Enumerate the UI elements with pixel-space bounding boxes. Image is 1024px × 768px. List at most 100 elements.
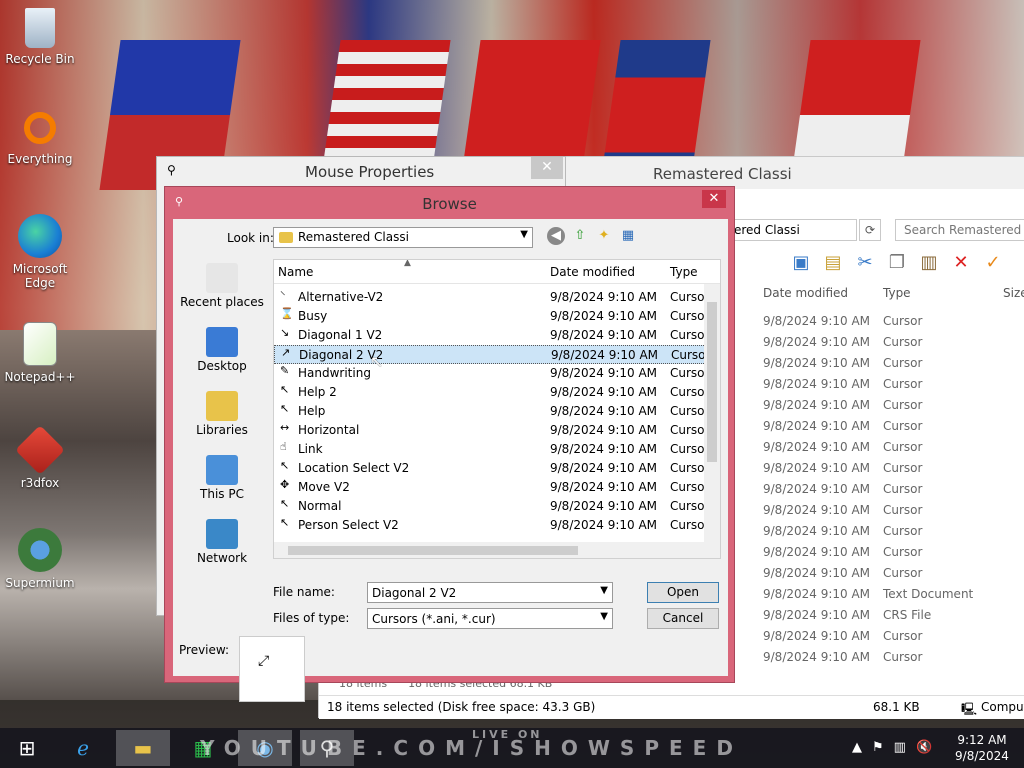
chevron-down-icon[interactable]: ▼ — [600, 585, 608, 596]
file-row[interactable]: 9/8/2024 9:10 AM Cursor — [763, 500, 1024, 521]
file-list[interactable]: Name ▲ Date modified Type ⸌ Alternative-V… — [273, 259, 721, 559]
close-button[interactable]: ✕ — [702, 190, 726, 208]
copy-icon[interactable]: ❐ — [885, 251, 909, 275]
file-row[interactable]: ↖ Normal 9/8/2024 9:10 AM Cursor — [274, 497, 709, 516]
properties-icon[interactable]: ▤ — [821, 251, 845, 275]
file-row[interactable]: ↔ Horizontal 9/8/2024 9:10 AM Cursor — [274, 421, 709, 440]
file-row[interactable]: 9/8/2024 9:10 AM Cursor — [763, 395, 1024, 416]
file-date: 9/8/2024 9:10 AM — [763, 440, 871, 454]
file-date: 9/8/2024 9:10 AM — [763, 314, 871, 328]
file-date: 9/8/2024 9:10 AM — [763, 503, 871, 517]
start-button[interactable]: ⊞ — [0, 730, 54, 766]
column-type[interactable]: Type — [883, 286, 911, 300]
file-row[interactable]: ↖ Person Select V2 9/8/2024 9:10 AM Cursor — [274, 516, 709, 535]
explorer-search-input[interactable]: Search Remastered Cla — [895, 219, 1024, 241]
file-row[interactable]: 9/8/2024 9:10 AM Cursor — [763, 563, 1024, 584]
file-row[interactable]: 9/8/2024 9:10 AM Cursor — [763, 416, 1024, 437]
file-row[interactable]: ✎ Handwriting 9/8/2024 9:10 AM Cursor — [274, 364, 709, 383]
show-hidden-icons-icon[interactable]: ▲ — [852, 740, 862, 755]
file-row[interactable]: ↗ Diagonal 2 V2 9/8/2024 9:10 AM Cursor — [274, 345, 710, 364]
taskbar-internet-explorer[interactable]: ℯ — [56, 730, 110, 766]
file-row[interactable]: 9/8/2024 9:10 AM Cursor — [763, 374, 1024, 395]
place-network[interactable]: Network — [179, 519, 265, 579]
desktop-icon-supermium[interactable]: Supermium — [4, 528, 76, 590]
new-folder-icon[interactable]: ✦ — [595, 227, 613, 245]
file-row[interactable]: 9/8/2024 9:10 AM Cursor — [763, 353, 1024, 374]
network-icon[interactable]: ▥ — [894, 740, 906, 755]
desktop-icon-microsoft-edge[interactable]: Microsoft Edge — [4, 214, 76, 290]
browse-dialog[interactable]: ⚲ Browse ✕ Look in: Remastered Classi ▼ … — [164, 186, 735, 702]
file-row[interactable]: ✥ Move V2 9/8/2024 9:10 AM Cursor — [274, 478, 709, 497]
system-tray: ▲ ⚑ ▥ 🔇 — [852, 740, 932, 755]
cursor-file-icon: ↖ — [280, 459, 290, 472]
file-row[interactable]: 9/8/2024 9:10 AM Cursor — [763, 458, 1024, 479]
delete-icon[interactable]: ✕ — [949, 251, 973, 275]
file-explorer-icon: ▬ — [133, 736, 153, 760]
file-row[interactable]: ↖ Help 2 9/8/2024 9:10 AM Cursor — [274, 383, 709, 402]
paste-icon[interactable]: ▥ — [917, 251, 941, 275]
volume-muted-icon[interactable]: 🔇 — [916, 740, 932, 755]
files-of-type-dropdown[interactable]: Cursors (*.ani, *.cur) ▼ — [367, 608, 613, 629]
place-desktop[interactable]: Desktop — [179, 327, 265, 387]
cursor-file-icon: ↖ — [280, 402, 290, 415]
desktop-icon-r3dfox[interactable]: r3dfox — [4, 425, 76, 490]
chevron-down-icon[interactable]: ▼ — [600, 611, 608, 622]
place-recent-places[interactable]: Recent places — [179, 263, 265, 323]
open-button[interactable]: Open — [647, 582, 719, 603]
file-row[interactable]: 9/8/2024 9:10 AM Cursor — [763, 437, 1024, 458]
column-size[interactable]: Size — [1003, 286, 1024, 300]
column-type[interactable]: Type — [670, 265, 698, 279]
file-date: 9/8/2024 9:10 AM — [763, 482, 871, 496]
desktop-icon-recycle-bin[interactable]: Recycle Bin — [4, 8, 76, 66]
file-row[interactable]: ⌛ Busy 9/8/2024 9:10 AM Cursor — [274, 307, 709, 326]
action-center-flag-icon[interactable]: ⚑ — [872, 740, 884, 755]
file-row[interactable]: ↖ Location Select V2 9/8/2024 9:10 AM Curso… — [274, 459, 709, 478]
places-bar: Recent places Desktop Libraries This PC Netw… — [179, 259, 265, 579]
cancel-button[interactable]: Cancel — [647, 608, 719, 629]
vertical-scrollbar[interactable] — [704, 284, 720, 558]
file-row[interactable]: 9/8/2024 9:10 AM Text Document — [763, 584, 1024, 605]
desktop-icon-notepad-plus-plus[interactable]: Notepad++ — [4, 322, 76, 384]
file-row[interactable]: ↘ Diagonal 1 V2 9/8/2024 9:10 AM Cursor — [274, 326, 709, 345]
file-row[interactable]: 9/8/2024 9:10 AM Cursor — [763, 332, 1024, 353]
file-date: 9/8/2024 9:10 AM — [763, 419, 871, 433]
column-date-modified[interactable]: Date modified — [763, 286, 848, 300]
file-row[interactable]: ⸌ Alternative-V2 9/8/2024 9:10 AM Cursor — [274, 288, 709, 307]
place-this-pc[interactable]: This PC — [179, 455, 265, 515]
r3dfox-icon — [15, 425, 65, 475]
close-button[interactable]: ✕ — [531, 157, 563, 179]
clock[interactable]: 9:12 AM 9/8/2024 — [940, 732, 1024, 764]
desktop-icon — [206, 327, 238, 357]
file-row[interactable]: 9/8/2024 9:10 AM Cursor — [763, 479, 1024, 500]
horizontal-scrollbar[interactable] — [274, 542, 706, 558]
look-in-dropdown[interactable]: Remastered Classi ▼ — [273, 227, 533, 248]
file-date: 9/8/2024 9:10 AM — [550, 290, 658, 304]
file-row[interactable]: ☝ Link 9/8/2024 9:10 AM Cursor — [274, 440, 709, 459]
column-name[interactable]: Name — [278, 265, 313, 279]
file-row[interactable]: ↖ Help 9/8/2024 9:10 AM Cursor — [274, 402, 709, 421]
file-row[interactable]: 9/8/2024 9:10 AM Cursor — [763, 311, 1024, 332]
file-name-input[interactable]: Diagonal 2 V2 ▼ — [367, 582, 613, 603]
file-name: Help — [298, 404, 326, 418]
back-icon[interactable]: ◀ — [547, 227, 565, 245]
scroll-thumb[interactable] — [288, 546, 578, 555]
scroll-thumb[interactable] — [707, 302, 717, 462]
explorer-address-bar[interactable]: ered Classi — [729, 219, 857, 241]
taskbar-file-explorer[interactable]: ▬ — [116, 730, 170, 766]
file-row[interactable]: 9/8/2024 9:10 AM Cursor — [763, 647, 1024, 668]
file-row[interactable]: 9/8/2024 9:10 AM Cursor — [763, 542, 1024, 563]
view-pane-icon[interactable]: ▣ — [789, 251, 813, 275]
column-date-modified[interactable]: Date modified — [550, 265, 635, 279]
cut-icon[interactable]: ✂ — [853, 251, 877, 275]
desktop-icon-everything[interactable]: Everything — [4, 112, 76, 166]
place-libraries[interactable]: Libraries — [179, 391, 265, 451]
up-folder-icon[interactable]: ⇧ — [571, 227, 589, 245]
file-row[interactable]: 9/8/2024 9:10 AM CRS File — [763, 605, 1024, 626]
refresh-icon[interactable]: ⟳ — [859, 219, 881, 241]
file-date: 9/8/2024 9:10 AM — [550, 461, 658, 475]
file-row[interactable]: 9/8/2024 9:10 AM Cursor — [763, 521, 1024, 542]
folder-icon — [279, 232, 293, 243]
view-menu-icon[interactable]: ▦ — [619, 227, 637, 245]
file-row[interactable]: 9/8/2024 9:10 AM Cursor — [763, 626, 1024, 647]
rename-icon[interactable]: ✓ — [981, 251, 1005, 275]
